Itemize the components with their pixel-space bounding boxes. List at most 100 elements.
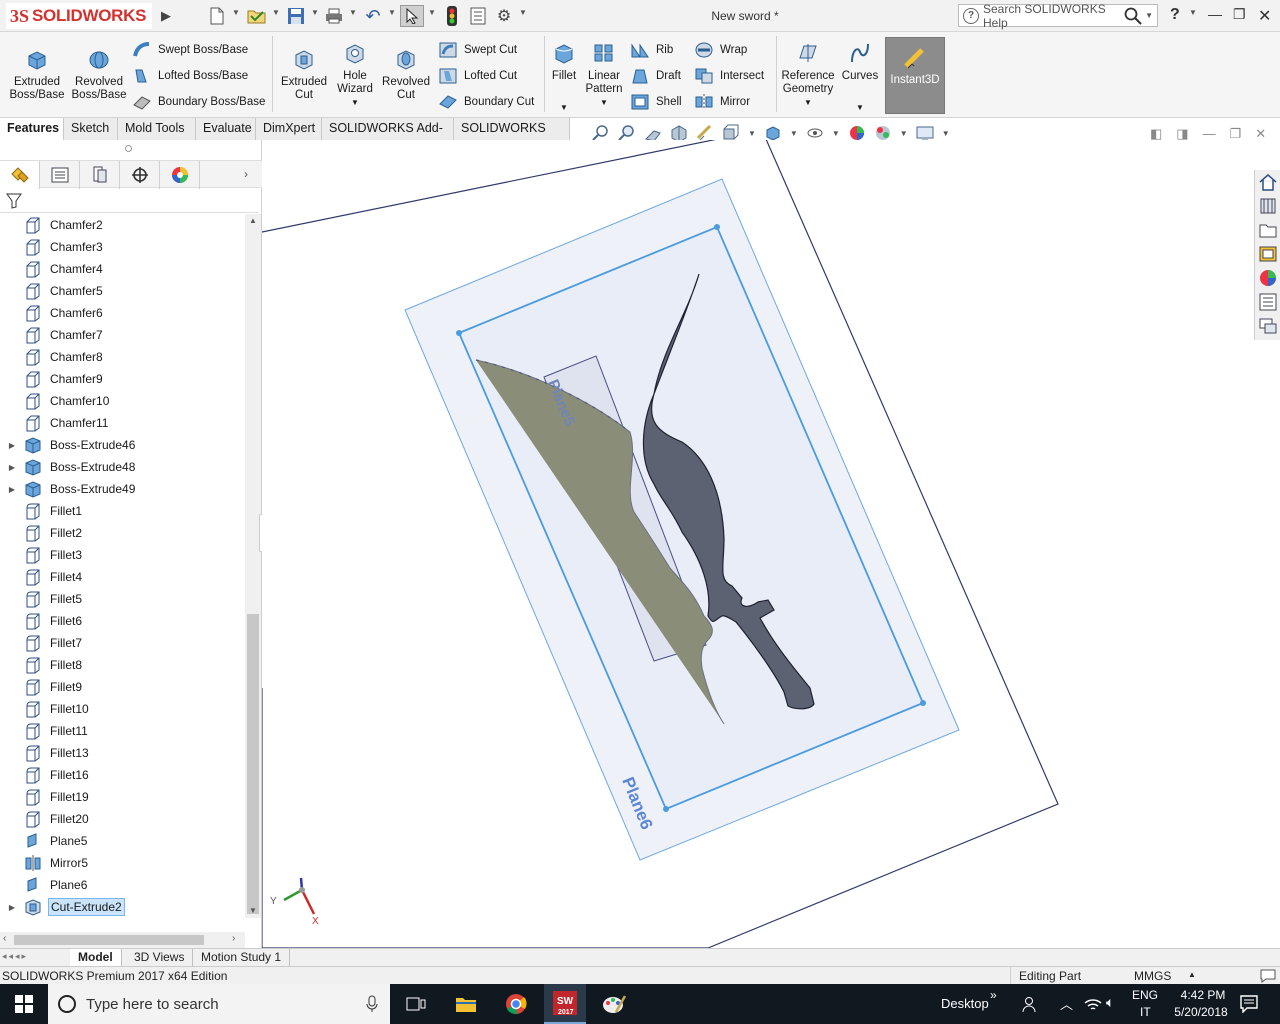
- desktop-toolbar-label[interactable]: Desktop: [941, 996, 989, 1011]
- tree-item[interactable]: Fillet11: [0, 720, 245, 742]
- print-icon[interactable]: [323, 5, 345, 27]
- display-style-dropdown-icon[interactable]: ▼: [790, 129, 798, 138]
- search-dropdown-icon[interactable]: ▼: [1145, 11, 1153, 20]
- rebuild-status-icon[interactable]: [1260, 969, 1276, 983]
- expand-arrow-icon[interactable]: ▶: [6, 485, 18, 494]
- hole-wizard-dropdown-icon[interactable]: ▼: [332, 96, 378, 109]
- solidworks-taskbar-button[interactable]: SW 2017: [544, 984, 586, 1024]
- tree-item[interactable]: Chamfer10: [0, 390, 245, 412]
- hide-show-dropdown-icon[interactable]: ▼: [832, 129, 840, 138]
- help-dropdown-icon[interactable]: ▼: [1189, 8, 1197, 17]
- tree-item[interactable]: Plane5: [0, 830, 245, 852]
- help-button[interactable]: ?: [1170, 6, 1180, 24]
- file-properties-icon[interactable]: [467, 5, 489, 27]
- scroll-down-icon[interactable]: ▼: [249, 906, 257, 915]
- tree-item[interactable]: Chamfer3: [0, 236, 245, 258]
- tree-item[interactable]: ▶ Boss-Extrude46: [0, 434, 245, 456]
- open-dropdown-icon[interactable]: ▼: [272, 8, 280, 17]
- rib-button[interactable]: Rib: [630, 40, 673, 60]
- scroll-right-icon[interactable]: ›: [232, 933, 235, 944]
- curves-button[interactable]: Curves ▼: [838, 42, 882, 114]
- start-button[interactable]: [0, 984, 48, 1024]
- panel-tabs-more-icon[interactable]: ›: [244, 167, 248, 181]
- tab-features[interactable]: Features: [0, 118, 64, 140]
- revolved-boss-button[interactable]: Revolved Boss/Base: [70, 48, 128, 102]
- wrap-button[interactable]: Wrap: [694, 40, 747, 60]
- scroll-left-icon[interactable]: ‹: [3, 933, 6, 944]
- print-dropdown-icon[interactable]: ▼: [349, 8, 357, 17]
- menu-expand-arrow-icon[interactable]: ▶: [158, 5, 174, 27]
- view-orientation-dropdown-icon[interactable]: ▼: [748, 129, 756, 138]
- tree-item[interactable]: Fillet6: [0, 610, 245, 632]
- sketch-point[interactable]: [663, 806, 669, 812]
- swept-cut-button[interactable]: Swept Cut: [438, 40, 517, 60]
- filter-icon[interactable]: [6, 193, 22, 209]
- swept-boss-button[interactable]: Swept Boss/Base: [132, 40, 248, 60]
- lofted-cut-button[interactable]: Lofted Cut: [438, 66, 517, 86]
- fillet-dropdown-icon[interactable]: ▼: [548, 101, 580, 114]
- restore-icon[interactable]: ❐: [1233, 6, 1246, 23]
- tab-3d-views[interactable]: 3D Views: [126, 949, 194, 967]
- tab-evaluate[interactable]: Evaluate: [196, 118, 256, 140]
- tree-item[interactable]: Fillet20: [0, 808, 245, 830]
- tree-item[interactable]: Fillet7: [0, 632, 245, 654]
- taskbar-search-box[interactable]: Type here to search: [48, 984, 390, 1024]
- expand-arrow-icon[interactable]: ▶: [6, 463, 18, 472]
- tree-item[interactable]: Plane6: [0, 874, 245, 896]
- action-center-icon[interactable]: [1240, 995, 1258, 1013]
- language-layout[interactable]: IT: [1140, 1005, 1151, 1019]
- options-gear-icon[interactable]: ⚙: [493, 5, 515, 27]
- curves-dropdown-icon[interactable]: ▼: [838, 101, 882, 114]
- tab-addins[interactable]: SOLIDWORKS Add-Ins: [322, 118, 454, 156]
- undo-icon[interactable]: ↶: [361, 5, 385, 27]
- solidworks-logo[interactable]: 3S SOLIDWORKS: [6, 3, 153, 29]
- close-icon[interactable]: ✕: [1258, 6, 1271, 26]
- clock-date[interactable]: 5/20/2018: [1166, 1005, 1236, 1019]
- tree-item[interactable]: Chamfer4: [0, 258, 245, 280]
- tree-item[interactable]: Fillet16: [0, 764, 245, 786]
- tree-item[interactable]: Chamfer9: [0, 368, 245, 390]
- desktop-expand-icon[interactable]: »: [990, 988, 997, 1002]
- lofted-boss-button[interactable]: Lofted Boss/Base: [132, 66, 248, 86]
- configuration-manager-tab[interactable]: [80, 161, 120, 189]
- tab-dimxpert[interactable]: DimXpert: [256, 118, 322, 140]
- task-view-button[interactable]: [396, 984, 436, 1024]
- tree-item[interactable]: ▶ Boss-Extrude49: [0, 478, 245, 500]
- tree-scroll-thumb[interactable]: [247, 614, 259, 914]
- file-explorer-taskbar-button[interactable]: [446, 984, 486, 1024]
- reference-geometry-button[interactable]: Reference Geometry ▼: [780, 42, 836, 109]
- new-document-icon[interactable]: [206, 5, 228, 27]
- tree-item[interactable]: Fillet19: [0, 786, 245, 808]
- boundary-boss-button[interactable]: Boundary Boss/Base: [132, 92, 265, 112]
- new-dropdown-icon[interactable]: ▼: [232, 8, 240, 17]
- open-folder-icon[interactable]: [245, 5, 269, 27]
- tree-item[interactable]: Mirror5: [0, 852, 245, 874]
- mirror-button[interactable]: Mirror: [694, 92, 750, 112]
- tree-item[interactable]: ▶ Boss-Extrude48: [0, 456, 245, 478]
- tree-item[interactable]: Chamfer8: [0, 346, 245, 368]
- chrome-taskbar-button[interactable]: [496, 984, 536, 1024]
- model-view[interactable]: Plane5 Plane6 Y X: [262, 140, 1280, 948]
- tree-item[interactable]: Fillet8: [0, 654, 245, 676]
- save-icon[interactable]: [285, 5, 307, 27]
- extruded-cut-button[interactable]: Extruded Cut: [278, 48, 330, 102]
- search-icon[interactable]: [1123, 7, 1143, 25]
- forum-icon[interactable]: [1258, 316, 1278, 336]
- search-input[interactable]: Search SOLIDWORKS Help: [983, 2, 1123, 30]
- tree-item[interactable]: Fillet4: [0, 566, 245, 588]
- tab-mbd[interactable]: SOLIDWORKS MBD: [454, 118, 570, 156]
- intersect-button[interactable]: Intersect: [694, 66, 764, 86]
- instant3d-button[interactable]: Instant3D: [885, 37, 945, 114]
- display-manager-tab[interactable]: [160, 161, 200, 189]
- people-icon[interactable]: [1022, 995, 1040, 1013]
- options-dropdown-icon[interactable]: ▼: [519, 8, 527, 17]
- sketch-point[interactable]: [714, 224, 720, 230]
- fillet-button[interactable]: Fillet ▼: [548, 42, 580, 114]
- tree-item[interactable]: Fillet5: [0, 588, 245, 610]
- dimxpert-manager-tab[interactable]: [120, 161, 160, 189]
- tree-item[interactable]: Fillet10: [0, 698, 245, 720]
- revolved-cut-button[interactable]: Revolved Cut: [380, 48, 432, 102]
- shell-button[interactable]: Shell: [630, 92, 682, 112]
- tree-item[interactable]: Chamfer2: [0, 214, 245, 236]
- sketch-point[interactable]: [456, 330, 462, 336]
